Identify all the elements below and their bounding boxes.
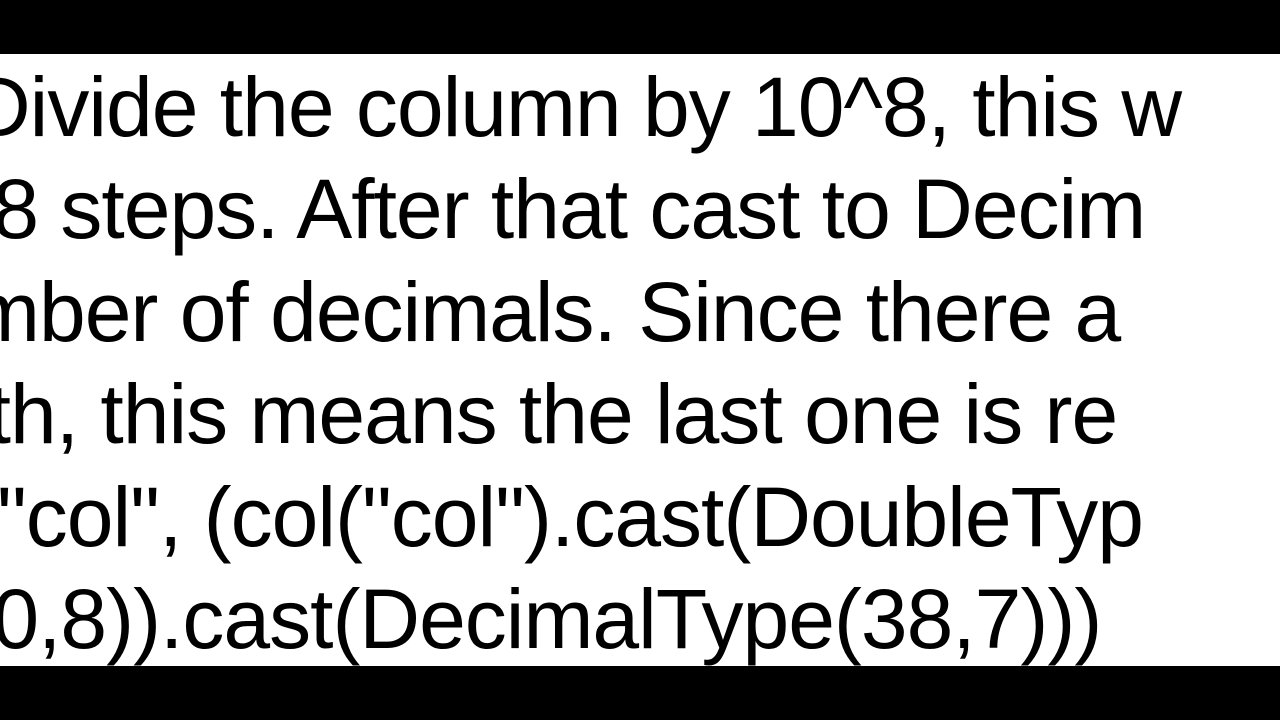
text-line-4: ith, this means the last one is re: [0, 367, 1117, 461]
document-text: Divide the column by 10^8, this w 8 step…: [0, 56, 1280, 666]
text-line-2: 8 steps. After that cast to Decim: [0, 162, 1145, 256]
text-line-1: Divide the column by 10^8, this w: [0, 60, 1181, 154]
text-line-5: ("col", (col("col").cast(DoubleTyp: [0, 470, 1143, 564]
text-line-6: 0,8)).cast(DecimalType(38,7))): [0, 572, 1101, 666]
text-viewport: Divide the column by 10^8, this w 8 step…: [0, 54, 1280, 666]
text-line-3: mber of decimals. Since there a: [0, 265, 1120, 359]
